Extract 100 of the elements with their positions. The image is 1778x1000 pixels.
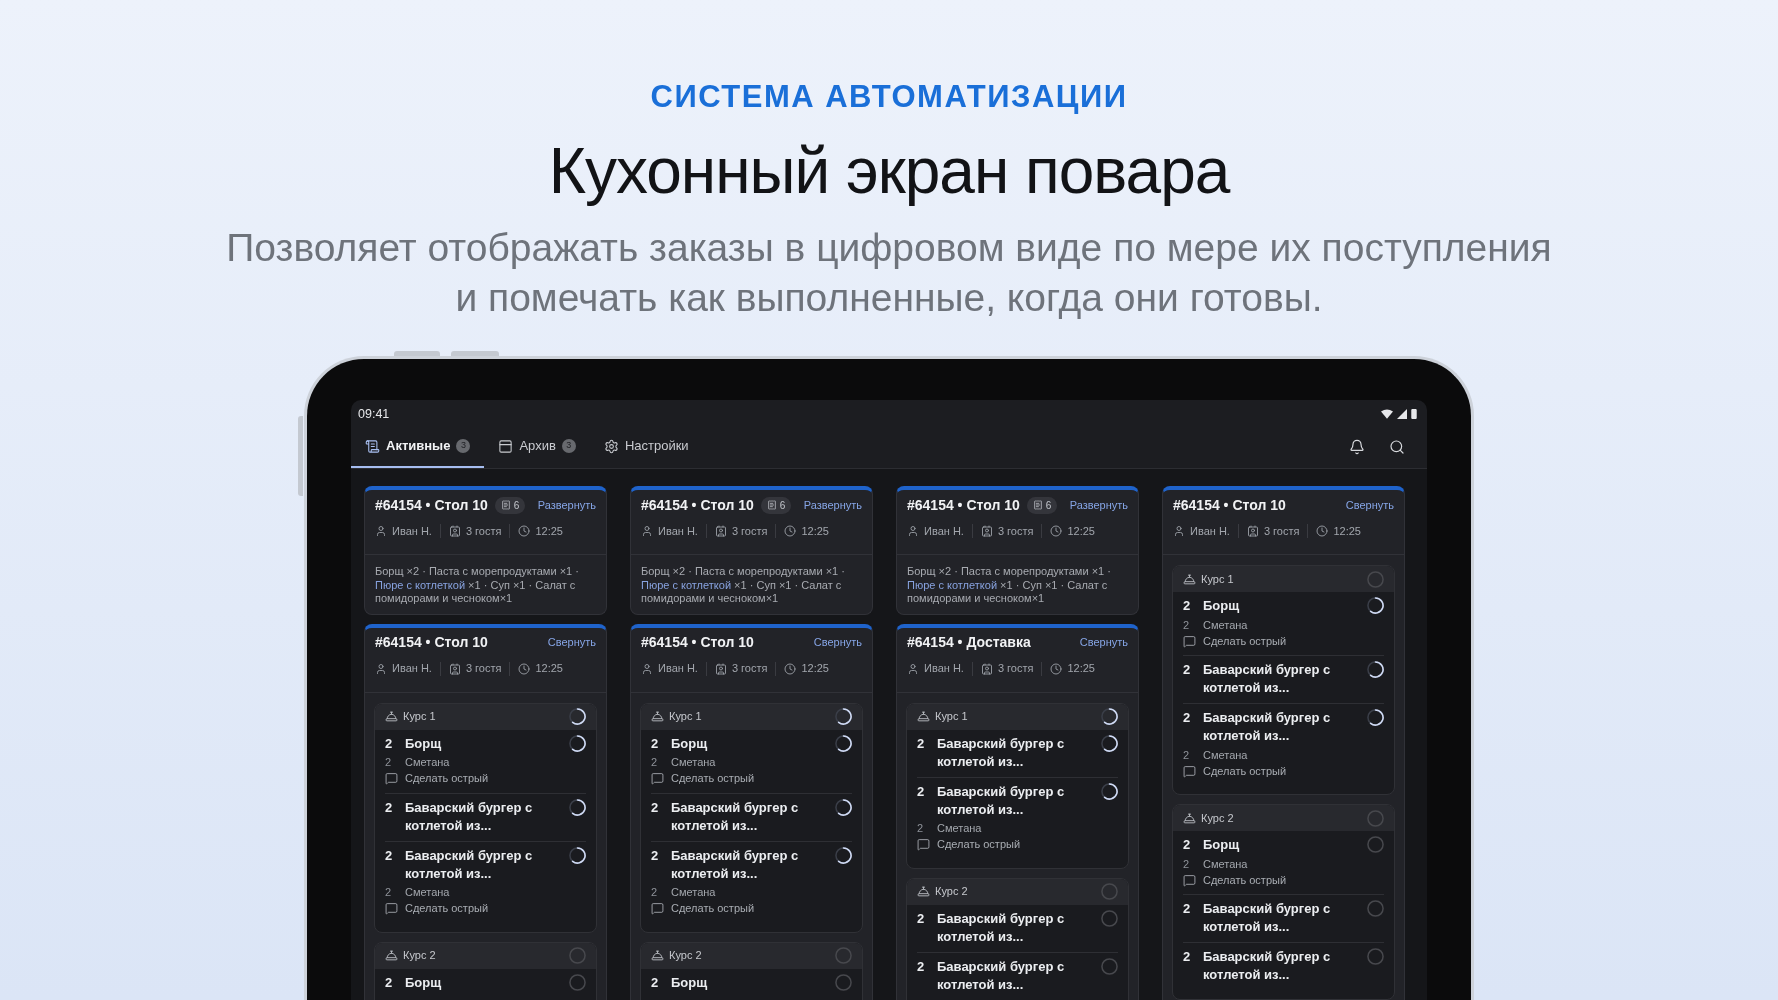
order-time: 12:25 [1067,661,1095,677]
comment-icon [1183,634,1196,648]
order-time: 12:25 [1333,523,1361,539]
toggle-link[interactable]: Свернуть [1345,496,1394,514]
document-icon [1032,500,1043,510]
tab-count-badge: 3 [561,439,576,453]
item-comment: Сделать острый [671,901,755,917]
clock-icon [518,662,531,675]
dish-name: Баварский бургер с котлетой из... [937,909,1066,946]
dish-name: Борщ [1203,836,1241,854]
item-quantity: 2 [1183,597,1192,615]
toggle-link[interactable]: Свернуть [1079,634,1128,651]
progress-ring-icon[interactable] [1367,661,1384,678]
bell-icon[interactable] [1349,439,1365,455]
dish-name: Борщ [405,973,443,992]
course-name: Курс 2 [935,884,968,900]
item-count: 6 [513,498,520,513]
guest-count: 3 гостя [731,523,768,539]
tab[interactable]: Настройки [589,426,703,468]
item-quantity: 2 [651,973,660,992]
toggle-link[interactable]: Развернуть [537,496,596,514]
service-bell-icon [385,710,398,723]
clock-icon [1316,525,1329,537]
dish-name: Баварский бургер с котлетой из... [1203,709,1332,745]
dish-name: Борщ [405,734,443,753]
progress-ring-icon[interactable] [569,708,586,725]
tab[interactable]: Архив 3 [484,426,590,468]
wifi-icon [1381,409,1393,419]
progress-ring-icon[interactable] [835,734,852,752]
dish-name: Борщ [671,734,709,753]
comment-icon [651,902,664,915]
waiter-name: Иван Н. [658,661,698,677]
progress-ring-icon[interactable] [835,708,852,725]
modifier-name: Сметана [937,821,982,837]
dish-name: Баварский бургер с котлетой из... [671,798,800,835]
dish-name: Баварский бургер с котлетой из... [937,734,1066,771]
tab-count-badge: 3 [456,439,471,453]
waiter-name: Иван Н. [1190,523,1230,539]
item-comment: Сделать острый [1203,633,1287,649]
dish-name: Баварский бургер с котлетой из... [405,846,534,883]
progress-ring-icon[interactable] [835,846,852,864]
toggle-link[interactable]: Свернуть [813,634,862,651]
contact-card-icon [980,662,993,675]
modifier-name: Сметана [405,885,450,901]
progress-ring-icon[interactable] [835,798,852,816]
search-icon[interactable] [1389,439,1405,455]
modifier-name: Сметана [1203,617,1248,633]
waiter-name: Иван Н. [924,523,964,539]
progress-ring-icon[interactable] [1367,709,1384,726]
service-bell-icon [651,710,664,723]
item-quantity: 2 [651,798,660,817]
course-name: Курс 1 [669,709,702,725]
item-quantity: 2 [385,734,394,753]
service-bell-icon [385,949,398,962]
toggle-link[interactable]: Развернуть [803,496,862,514]
service-bell-icon [1183,811,1196,825]
service-bell-icon [651,949,664,962]
modifier-name: Сметана [671,755,716,771]
modifier-quantity: 2 [1183,856,1191,872]
progress-ring-icon[interactable] [1367,597,1384,614]
service-bell-icon [917,710,930,723]
item-comment: Сделать острый [671,771,755,787]
order-title: #64154 • Стол 10 [641,495,754,515]
item-quantity: 2 [917,734,926,753]
order-summary: Борщ ×2 · Паста с морепродуктами ×1 · Пюре с котлеткой ×1 · Суп ×1 · Салат с помидорами и чесноком×1 [375,565,580,606]
comment-icon [385,772,398,785]
user-icon [641,662,653,675]
dish-name: Борщ [671,973,709,992]
modifier-quantity: 2 [917,821,925,837]
contact-card-icon [448,662,461,675]
item-quantity: 2 [385,846,394,865]
item-quantity: 2 [1183,709,1192,727]
guest-count: 3 гостя [465,523,502,539]
item-comment: Сделать острый [937,837,1021,853]
toggle-link[interactable]: Развернуть [1069,496,1128,514]
toggle-link[interactable]: Свернуть [547,634,596,651]
guest-count: 3 гостя [1263,523,1300,539]
window-panel-icon [498,438,514,454]
progress-ring-icon[interactable] [569,734,586,752]
page-title: Кухонный экран повара [548,134,1230,208]
contact-card-icon [980,525,993,537]
order-summary: Борщ ×2 · Паста с морепродуктами ×1 · Пюре с котлеткой ×1 · Суп ×1 · Салат с помидорами и чесноком×1 [907,565,1112,606]
contact-card-icon [1246,525,1259,537]
order-title: #64154 • Стол 10 [1173,495,1286,515]
progress-ring-icon[interactable] [1101,734,1118,752]
progress-ring-icon[interactable] [1101,708,1118,725]
guest-count: 3 гостя [731,661,768,677]
item-comment: Сделать острый [405,901,489,917]
service-bell-icon [917,885,930,898]
guest-count: 3 гостя [997,523,1034,539]
item-quantity: 2 [1183,948,1192,966]
progress-ring-icon[interactable] [569,798,586,816]
dish-name: Баварский бургер с котлетой из... [937,782,1066,819]
waiter-name: Иван Н. [658,523,698,539]
modifier-quantity: 2 [385,885,393,901]
progress-ring-icon[interactable] [569,846,586,864]
guest-count: 3 гостя [997,661,1034,677]
progress-ring-icon[interactable] [1101,782,1118,800]
item-quantity: 2 [385,973,394,992]
dish-name: Баварский бургер с котлетой из... [937,957,1066,994]
